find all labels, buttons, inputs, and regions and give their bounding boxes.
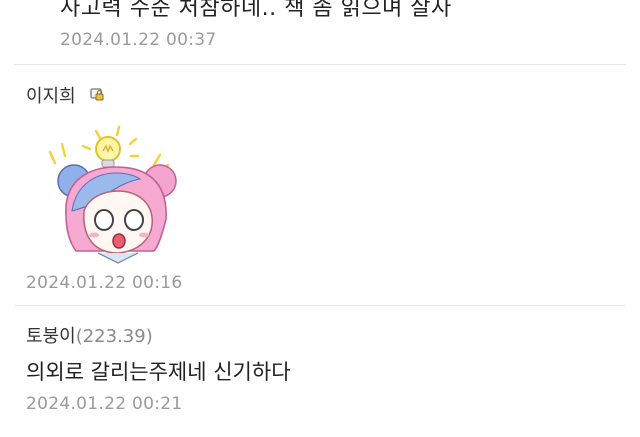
comment-text: 의외로 갈리는주제네 신기하다 [26, 360, 291, 384]
comment-author[interactable]: 이지희 [26, 82, 76, 108]
comment-date: 2024.01.22 00:37 [60, 30, 217, 50]
lightbulb-girl-sticker [48, 125, 177, 264]
comment-item: 토붕이(223.39) 의외로 갈리는주제네 신기하다 2024.01.22 0… [0, 306, 640, 437]
comment-text: 사고력 수준 처참하네.. 책 좀 읽으며 살자 [60, 0, 452, 21]
comment-author[interactable]: 토붕이(223.39) [26, 322, 153, 348]
comment-date: 2024.01.22 00:21 [26, 394, 183, 414]
comment-date: 2024.01.22 00:16 [26, 273, 183, 293]
comment-item: 사고력 수준 처참하네.. 책 좀 읽으며 살자 2024.01.22 00:3… [0, 0, 640, 64]
author-ip: (223.39) [75, 326, 153, 347]
author-name[interactable]: 토붕이 [26, 326, 76, 347]
comment-item: 이지희 2024.01.22 00:16 [0, 65, 640, 305]
lock-icon [90, 88, 104, 101]
